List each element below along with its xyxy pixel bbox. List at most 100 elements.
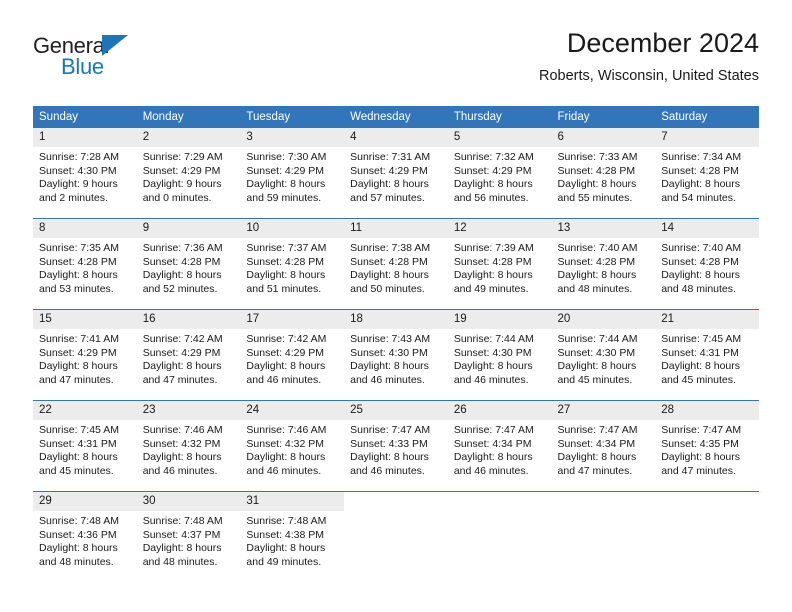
daylight-text-line2: and 45 minutes.	[39, 464, 114, 477]
day-info: Sunrise: 7:48 AM Sunset: 4:36 PM Dayligh…	[33, 511, 137, 569]
calendar-page: General Blue December 2024 Roberts, Wisc…	[0, 0, 792, 612]
sunset-text: Sunset: 4:31 PM	[39, 437, 117, 450]
day-cell[interactable]: 3 Sunrise: 7:30 AM Sunset: 4:29 PM Dayli…	[240, 128, 345, 219]
day-cell[interactable]: 21 Sunrise: 7:45 AM Sunset: 4:31 PM Dayl…	[655, 309, 759, 401]
sunrise-text: Sunrise: 7:44 AM	[557, 333, 638, 345]
sunset-text: Sunset: 4:28 PM	[557, 164, 636, 177]
day-cell[interactable]: 6 Sunrise: 7:33 AM Sunset: 4:28 PM Dayli…	[551, 128, 656, 219]
sunset-text: Sunset: 4:29 PM	[246, 346, 325, 359]
calendar-header-row: Sunday Monday Tuesday Wednesday Thursday…	[33, 106, 759, 128]
daylight-text-line1: Daylight: 8 hours	[142, 360, 222, 372]
sunrise-text: Sunrise: 7:47 AM	[661, 424, 742, 436]
sunset-text: Sunset: 4:28 PM	[661, 255, 739, 268]
daylight-text-line2: and 55 minutes.	[557, 191, 633, 204]
day-cell[interactable]: 10 Sunrise: 7:37 AM Sunset: 4:28 PM Dayl…	[240, 218, 345, 310]
daylight-text-line1: Daylight: 8 hours	[39, 451, 118, 463]
sunrise-text: Sunrise: 7:48 AM	[39, 515, 119, 527]
day-cell[interactable]: 25 Sunrise: 7:47 AM Sunset: 4:33 PM Dayl…	[344, 400, 448, 492]
day-cell[interactable]: 2 Sunrise: 7:29 AM Sunset: 4:29 PM Dayli…	[136, 128, 241, 219]
day-number: 15	[33, 310, 137, 329]
sunrise-text: Sunrise: 7:34 AM	[661, 151, 742, 163]
daylight-text-line2: and 2 minutes.	[39, 191, 108, 204]
day-cell[interactable]: 31 Sunrise: 7:48 AM Sunset: 4:38 PM Dayl…	[240, 491, 345, 582]
week-row: 22 Sunrise: 7:45 AM Sunset: 4:31 PM Dayl…	[33, 400, 759, 492]
day-cell[interactable]: 24 Sunrise: 7:46 AM Sunset: 4:32 PM Dayl…	[240, 400, 345, 492]
daylight-text-line2: and 46 minutes.	[246, 373, 322, 386]
sunset-text: Sunset: 4:30 PM	[39, 164, 117, 177]
sunset-text: Sunset: 4:34 PM	[557, 437, 636, 450]
day-cell[interactable]: 18 Sunrise: 7:43 AM Sunset: 4:30 PM Dayl…	[344, 309, 448, 401]
day-cell[interactable]: 11 Sunrise: 7:38 AM Sunset: 4:28 PM Dayl…	[344, 218, 448, 310]
day-info: Sunrise: 7:40 AM Sunset: 4:28 PM Dayligh…	[552, 238, 656, 296]
sunset-text: Sunset: 4:29 PM	[453, 164, 532, 177]
sunset-text: Sunset: 4:36 PM	[39, 528, 117, 541]
day-info: Sunrise: 7:42 AM Sunset: 4:29 PM Dayligh…	[137, 329, 241, 387]
day-info: Sunrise: 7:42 AM Sunset: 4:29 PM Dayligh…	[240, 329, 344, 387]
sunset-text: Sunset: 4:28 PM	[246, 255, 325, 268]
day-info: Sunrise: 7:47 AM Sunset: 4:35 PM Dayligh…	[655, 420, 759, 478]
day-info: Sunrise: 7:28 AM Sunset: 4:30 PM Dayligh…	[33, 147, 137, 205]
day-cell[interactable]: 15 Sunrise: 7:41 AM Sunset: 4:29 PM Dayl…	[33, 309, 137, 401]
day-info: Sunrise: 7:38 AM Sunset: 4:28 PM Dayligh…	[344, 238, 448, 296]
daylight-text-line1: Daylight: 8 hours	[557, 178, 637, 190]
day-cell-empty	[551, 491, 656, 582]
sunrise-text: Sunrise: 7:48 AM	[246, 515, 327, 527]
day-cell[interactable]: 9 Sunrise: 7:36 AM Sunset: 4:28 PM Dayli…	[136, 218, 241, 310]
day-cell[interactable]: 28 Sunrise: 7:47 AM Sunset: 4:35 PM Dayl…	[655, 400, 759, 492]
daylight-text-line1: Daylight: 8 hours	[39, 542, 118, 554]
sunset-text: Sunset: 4:28 PM	[453, 255, 532, 268]
day-number: 31	[240, 492, 345, 511]
daylight-text-line2: and 0 minutes.	[142, 191, 212, 204]
day-info: Sunrise: 7:45 AM Sunset: 4:31 PM Dayligh…	[655, 329, 759, 387]
daylight-text-line1: Daylight: 8 hours	[39, 360, 118, 372]
day-info: Sunrise: 7:34 AM Sunset: 4:28 PM Dayligh…	[655, 147, 759, 205]
day-cell-empty	[344, 491, 448, 582]
day-cell[interactable]: 1 Sunrise: 7:28 AM Sunset: 4:30 PM Dayli…	[33, 128, 137, 219]
day-info: Sunrise: 7:39 AM Sunset: 4:28 PM Dayligh…	[448, 238, 552, 296]
day-cell[interactable]: 16 Sunrise: 7:42 AM Sunset: 4:29 PM Dayl…	[136, 309, 241, 401]
sunrise-text: Sunrise: 7:35 AM	[39, 242, 119, 254]
day-info: Sunrise: 7:47 AM Sunset: 4:34 PM Dayligh…	[448, 420, 552, 478]
day-cell[interactable]: 12 Sunrise: 7:39 AM Sunset: 4:28 PM Dayl…	[447, 218, 552, 310]
day-cell[interactable]: 13 Sunrise: 7:40 AM Sunset: 4:28 PM Dayl…	[551, 218, 656, 310]
daylight-text-line2: and 48 minutes.	[661, 282, 736, 295]
day-cell[interactable]: 23 Sunrise: 7:46 AM Sunset: 4:32 PM Dayl…	[136, 400, 241, 492]
sunset-text: Sunset: 4:30 PM	[557, 346, 636, 359]
daylight-text-line2: and 47 minutes.	[557, 464, 633, 477]
day-number: 26	[447, 401, 552, 420]
day-cell[interactable]: 19 Sunrise: 7:44 AM Sunset: 4:30 PM Dayl…	[447, 309, 552, 401]
day-cell[interactable]: 8 Sunrise: 7:35 AM Sunset: 4:28 PM Dayli…	[33, 218, 137, 310]
sunrise-text: Sunrise: 7:41 AM	[39, 333, 119, 345]
day-cell-empty	[447, 491, 552, 582]
week-row: 29 Sunrise: 7:48 AM Sunset: 4:36 PM Dayl…	[33, 491, 759, 582]
day-cell[interactable]: 30 Sunrise: 7:48 AM Sunset: 4:37 PM Dayl…	[136, 491, 241, 582]
day-cell[interactable]: 5 Sunrise: 7:32 AM Sunset: 4:29 PM Dayli…	[447, 128, 552, 219]
sunset-text: Sunset: 4:29 PM	[142, 164, 221, 177]
sunrise-text: Sunrise: 7:45 AM	[661, 333, 742, 345]
sunrise-text: Sunrise: 7:38 AM	[350, 242, 431, 254]
day-cell[interactable]: 26 Sunrise: 7:47 AM Sunset: 4:34 PM Dayl…	[447, 400, 552, 492]
day-cell[interactable]: 17 Sunrise: 7:42 AM Sunset: 4:29 PM Dayl…	[240, 309, 345, 401]
day-cell[interactable]: 22 Sunrise: 7:45 AM Sunset: 4:31 PM Dayl…	[33, 400, 137, 492]
daylight-text-line1: Daylight: 8 hours	[142, 542, 222, 554]
daylight-text-line1: Daylight: 8 hours	[453, 360, 533, 372]
day-cell[interactable]: 14 Sunrise: 7:40 AM Sunset: 4:28 PM Dayl…	[655, 218, 759, 310]
day-cell[interactable]: 29 Sunrise: 7:48 AM Sunset: 4:36 PM Dayl…	[33, 491, 137, 582]
sunrise-text: Sunrise: 7:46 AM	[142, 424, 223, 436]
daylight-text-line2: and 48 minutes.	[39, 555, 114, 568]
day-number: 5	[447, 128, 552, 147]
day-info: Sunrise: 7:29 AM Sunset: 4:29 PM Dayligh…	[137, 147, 241, 205]
daylight-text-line2: and 46 minutes.	[142, 464, 218, 477]
sunset-text: Sunset: 4:28 PM	[142, 255, 221, 268]
sunrise-text: Sunrise: 7:40 AM	[557, 242, 638, 254]
sunrise-text: Sunrise: 7:40 AM	[661, 242, 742, 254]
sunrise-text: Sunrise: 7:42 AM	[246, 333, 327, 345]
general-blue-logo[interactable]: General Blue	[33, 34, 213, 90]
day-info: Sunrise: 7:47 AM Sunset: 4:34 PM Dayligh…	[552, 420, 656, 478]
day-cell[interactable]: 20 Sunrise: 7:44 AM Sunset: 4:30 PM Dayl…	[551, 309, 656, 401]
daylight-text-line1: Daylight: 8 hours	[246, 451, 326, 463]
day-cell[interactable]: 4 Sunrise: 7:31 AM Sunset: 4:29 PM Dayli…	[344, 128, 448, 219]
day-number: 20	[551, 310, 656, 329]
day-cell[interactable]: 7 Sunrise: 7:34 AM Sunset: 4:28 PM Dayli…	[655, 128, 759, 219]
day-cell[interactable]: 27 Sunrise: 7:47 AM Sunset: 4:34 PM Dayl…	[551, 400, 656, 492]
